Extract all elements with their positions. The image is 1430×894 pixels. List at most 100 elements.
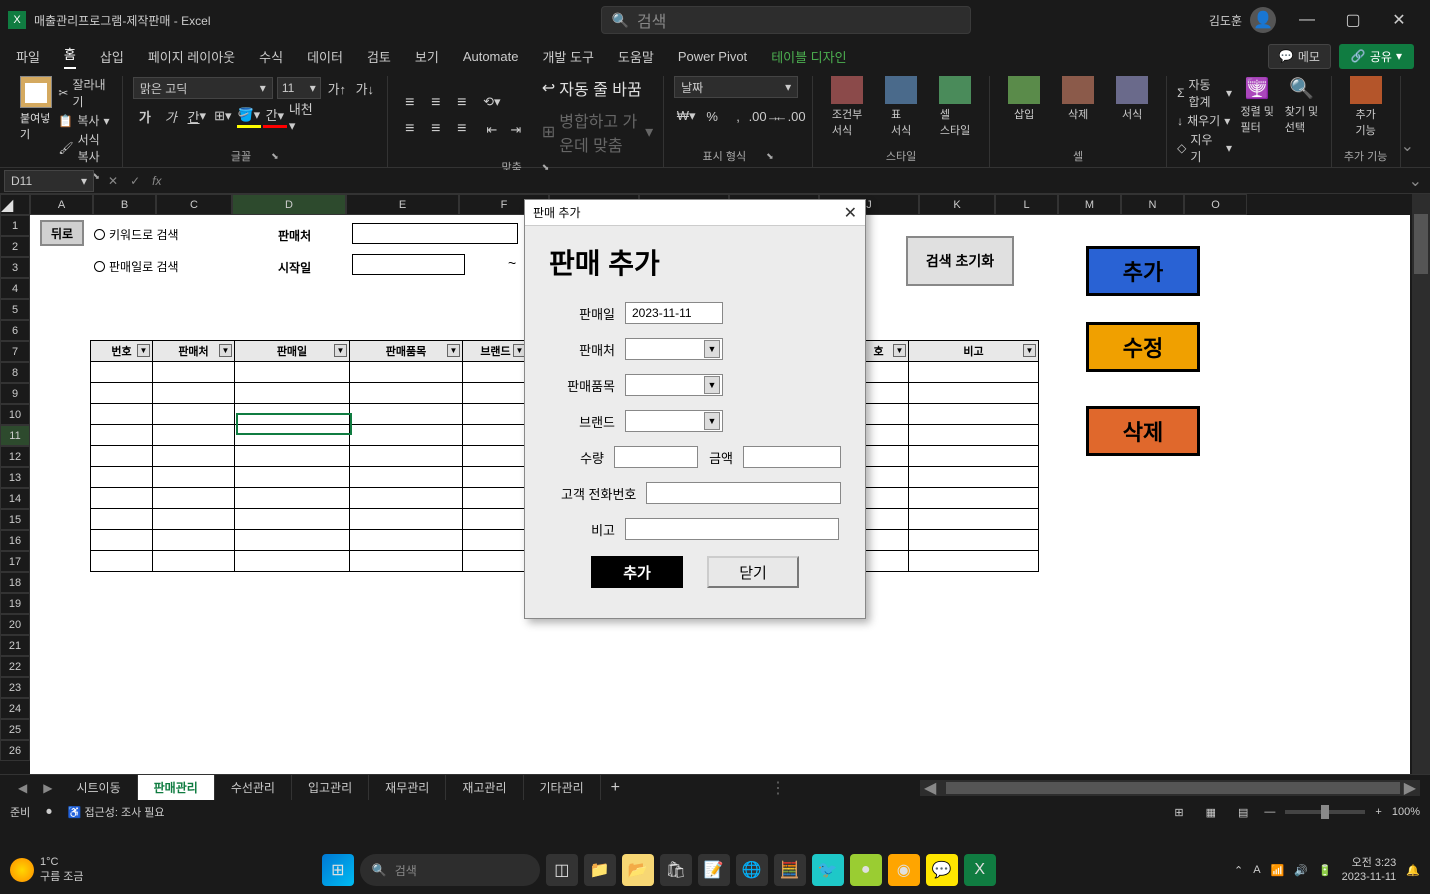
- normal-view-button[interactable]: ⊞: [1168, 806, 1189, 819]
- table-cell[interactable]: [153, 425, 235, 446]
- back-button[interactable]: 뒤로: [40, 220, 84, 246]
- task-view-button[interactable]: ◫: [546, 854, 578, 886]
- zoom-slider[interactable]: [1285, 810, 1365, 814]
- column-header[interactable]: M: [1058, 194, 1121, 215]
- delete-button[interactable]: 삭제: [1086, 406, 1200, 456]
- row-header[interactable]: 20: [0, 614, 30, 635]
- table-cell[interactable]: [235, 488, 350, 509]
- start-date-field[interactable]: [352, 254, 465, 275]
- table-cell[interactable]: [350, 383, 463, 404]
- enter-formula-button[interactable]: ✓: [126, 174, 144, 188]
- find-select-button[interactable]: 🔍찾기 및 선택: [1282, 76, 1320, 135]
- table-cell[interactable]: [909, 530, 1039, 551]
- table-cell[interactable]: [235, 551, 350, 572]
- reset-search-button[interactable]: 검색 초기화: [906, 236, 1014, 286]
- amount-input[interactable]: [743, 446, 841, 468]
- row-header[interactable]: 13: [0, 467, 30, 488]
- conditional-format-button[interactable]: 조건부 서식: [823, 76, 871, 138]
- row-header[interactable]: 11: [0, 425, 30, 446]
- ime-icon[interactable]: A: [1253, 864, 1260, 876]
- column-header[interactable]: B: [93, 194, 156, 215]
- table-cell[interactable]: [909, 362, 1039, 383]
- delete-cells-button[interactable]: 삭제: [1054, 76, 1102, 122]
- table-cell[interactable]: [909, 467, 1039, 488]
- comma-button[interactable]: ,: [726, 104, 750, 128]
- table-cell[interactable]: [235, 446, 350, 467]
- explorer-icon[interactable]: 📁: [584, 854, 616, 886]
- add-sheet-button[interactable]: +: [601, 779, 630, 797]
- table-cell[interactable]: [153, 362, 235, 383]
- filter-dropdown-icon[interactable]: ▼: [334, 344, 347, 357]
- table-cell[interactable]: [91, 404, 153, 425]
- clock[interactable]: 오전 3:23 2023-11-11: [1342, 856, 1397, 885]
- sheet-tab[interactable]: 입고관리: [292, 775, 369, 800]
- chrome-canary-icon[interactable]: ◉: [888, 854, 920, 886]
- zoom-level[interactable]: 100%: [1392, 806, 1420, 818]
- table-cell[interactable]: [350, 404, 463, 425]
- row-header[interactable]: 21: [0, 635, 30, 656]
- number-format-dropdown[interactable]: 날짜▾: [674, 76, 798, 98]
- table-cell[interactable]: [909, 509, 1039, 530]
- merge-center-button[interactable]: ⊞ 병합하고 가운데 맞춤 ▾: [542, 108, 653, 156]
- increase-indent-button[interactable]: ⇥: [504, 118, 528, 142]
- table-cell[interactable]: [350, 551, 463, 572]
- table-cell[interactable]: [153, 530, 235, 551]
- brand-select[interactable]: ▼: [625, 410, 723, 432]
- tab-power-pivot[interactable]: Power Pivot: [678, 49, 747, 64]
- table-cell[interactable]: [91, 467, 153, 488]
- accessibility-status[interactable]: ♿ 접근성: 조사 필요: [68, 804, 165, 820]
- decrease-decimal-button[interactable]: ←.00: [778, 104, 802, 128]
- row-header[interactable]: 16: [0, 530, 30, 551]
- table-cell[interactable]: [91, 551, 153, 572]
- row-header[interactable]: 3: [0, 257, 30, 278]
- dialog-titlebar[interactable]: 판매 추가 ✕: [525, 200, 865, 226]
- table-cell[interactable]: [909, 425, 1039, 446]
- table-cell[interactable]: [463, 362, 529, 383]
- taskbar-search[interactable]: 🔍검색: [360, 854, 540, 886]
- table-cell[interactable]: [153, 383, 235, 404]
- close-button[interactable]: ✕: [1376, 0, 1422, 40]
- macro-record-icon[interactable]: ⏺: [46, 806, 52, 819]
- table-cell[interactable]: [350, 530, 463, 551]
- border-button[interactable]: ⊞▾: [211, 104, 235, 128]
- sheet-tab[interactable]: 시트이동: [60, 775, 137, 800]
- table-cell[interactable]: [235, 425, 350, 446]
- table-cell[interactable]: [91, 446, 153, 467]
- table-header[interactable]: 번호▼: [91, 341, 153, 362]
- table-cell[interactable]: [235, 362, 350, 383]
- row-header[interactable]: 4: [0, 278, 30, 299]
- qty-input[interactable]: [614, 446, 698, 468]
- vscroll-thumb[interactable]: [1414, 214, 1428, 274]
- add-button[interactable]: 추가: [1086, 246, 1200, 296]
- row-header[interactable]: 2: [0, 236, 30, 257]
- align-center-button[interactable]: ≡: [424, 117, 448, 141]
- column-header[interactable]: L: [995, 194, 1058, 215]
- table-cell[interactable]: [91, 383, 153, 404]
- row-header[interactable]: 1: [0, 215, 30, 236]
- table-cell[interactable]: [91, 509, 153, 530]
- column-header[interactable]: D: [232, 194, 346, 215]
- table-cell[interactable]: [909, 404, 1039, 425]
- select-all-corner[interactable]: ◢: [0, 194, 30, 215]
- fill-color-button[interactable]: 🪣▾: [237, 104, 261, 128]
- table-cell[interactable]: [463, 404, 529, 425]
- row-header[interactable]: 25: [0, 719, 30, 740]
- expand-formula-bar-button[interactable]: ⌄: [1401, 171, 1430, 191]
- row-header[interactable]: 9: [0, 383, 30, 404]
- row-header[interactable]: 23: [0, 677, 30, 698]
- column-header[interactable]: A: [30, 194, 93, 215]
- note-input[interactable]: [625, 518, 839, 540]
- table-header[interactable]: 판매품목▼: [350, 341, 463, 362]
- tab-page-layout[interactable]: 페이지 레이아웃: [148, 47, 235, 66]
- tab-insert[interactable]: 삽입: [100, 47, 124, 66]
- calculator-icon[interactable]: 🧮: [774, 854, 806, 886]
- excel-taskbar-icon[interactable]: X: [964, 854, 996, 886]
- table-cell[interactable]: [463, 509, 529, 530]
- format-cells-button[interactable]: 서식: [1108, 76, 1156, 122]
- tab-review[interactable]: 검토: [367, 47, 391, 66]
- filter-dropdown-icon[interactable]: ▼: [137, 344, 150, 357]
- table-cell[interactable]: [463, 488, 529, 509]
- table-cell[interactable]: [909, 551, 1039, 572]
- row-header[interactable]: 14: [0, 488, 30, 509]
- increase-decimal-button[interactable]: .00→: [752, 104, 776, 128]
